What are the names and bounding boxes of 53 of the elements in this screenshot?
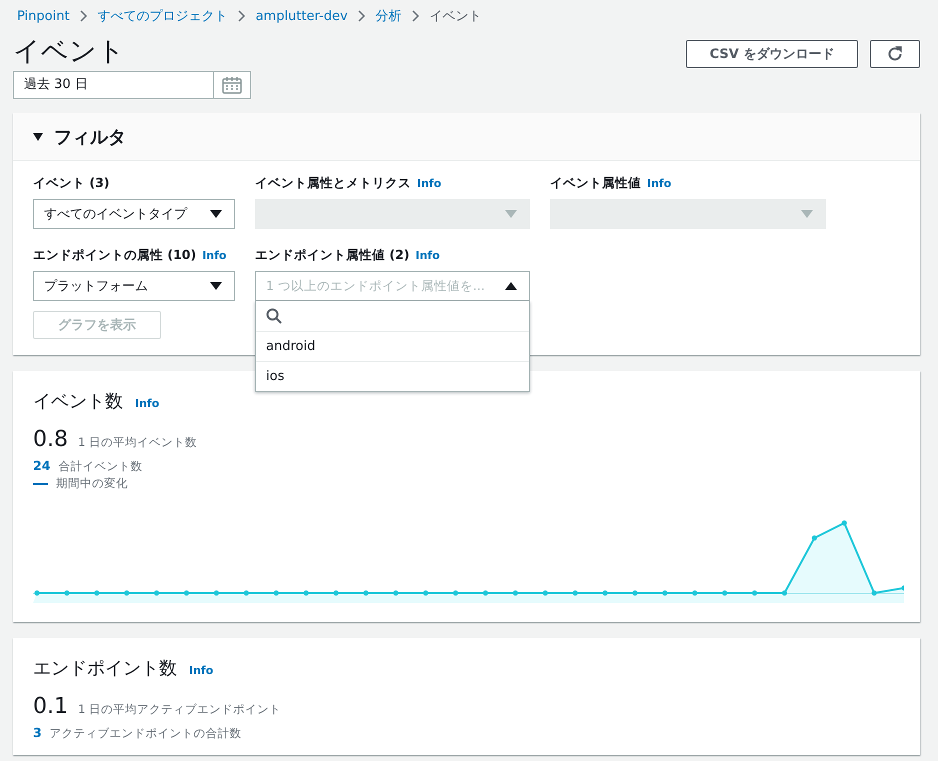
calendar-icon (222, 76, 242, 94)
breadcrumb-current-page: イベント (430, 8, 482, 25)
card-title: イベント数 (33, 390, 123, 413)
card-title: エンドポイント数 (33, 657, 177, 680)
dropdown-option[interactable]: android (256, 332, 529, 362)
chevron-icon (358, 10, 366, 22)
select-value: プラットフォーム (44, 278, 148, 295)
refresh-button[interactable] (870, 40, 920, 68)
metric-value: 0.1 (33, 694, 68, 719)
dropdown-option[interactable]: ios (256, 362, 529, 391)
total-value: 24 (33, 458, 50, 473)
filter-title: フィルタ (54, 126, 126, 148)
field-label: エンドポイント属性値 (2) (255, 247, 410, 264)
info-link[interactable]: Info (189, 664, 214, 677)
field-label: イベント (3) (33, 175, 110, 192)
search-icon (266, 308, 282, 324)
select-dropdown[interactable]: すべてのイベントタイプ (33, 199, 235, 229)
caret-icon (210, 282, 222, 290)
chevron-icon (80, 10, 88, 22)
select-placeholder: 1 つ以上のエンドポイント属性値を... (266, 278, 485, 294)
breadcrumb-link[interactable]: amplutter-dev (256, 8, 348, 24)
caret-icon (505, 282, 517, 290)
date-range-value: 過去 30 日 (23, 76, 89, 94)
caret-icon (801, 210, 813, 218)
select-dropdown[interactable]: プラットフォーム (33, 271, 235, 301)
breadcrumb-link[interactable]: Pinpoint (17, 8, 70, 24)
legend-line-icon (33, 482, 48, 484)
breadcrumb-link[interactable]: すべてのプロジェクト (98, 7, 228, 25)
filter-header[interactable]: フィルタ (13, 113, 920, 161)
refresh-icon (886, 45, 904, 63)
field-label: イベント属性とメトリクス (255, 175, 411, 192)
legend-label: 期間中の変化 (56, 476, 128, 491)
select-value: すべてのイベントタイプ (44, 206, 187, 223)
field-label: イベント属性値 (550, 175, 641, 192)
info-link[interactable]: Info (202, 249, 226, 262)
download-csv-button[interactable]: CSV をダウンロード (686, 40, 858, 68)
info-link[interactable]: Info (135, 397, 160, 410)
chevron-icon (412, 10, 420, 22)
breadcrumb-link[interactable]: 分析 (376, 7, 402, 25)
total-label: アクティブエンドポイントの合計数 (50, 726, 242, 741)
caret-icon (210, 210, 222, 218)
chevron-icon (238, 10, 246, 22)
page-title: イベント (13, 35, 125, 69)
total-label: 合計イベント数 (58, 459, 142, 474)
info-link[interactable]: Info (415, 249, 440, 262)
total-value: 3 (33, 725, 42, 740)
caret-icon (505, 210, 517, 218)
metric-label: 1 日の平均アクティブエンドポイント (78, 702, 281, 717)
date-range-field[interactable]: 過去 30 日 (13, 71, 251, 99)
metric-label: 1 日の平均イベント数 (78, 435, 197, 450)
field-label: エンドポイントの属性 (10) (33, 247, 196, 264)
metric-value: 0.8 (33, 427, 68, 452)
caret-icon (33, 132, 43, 140)
